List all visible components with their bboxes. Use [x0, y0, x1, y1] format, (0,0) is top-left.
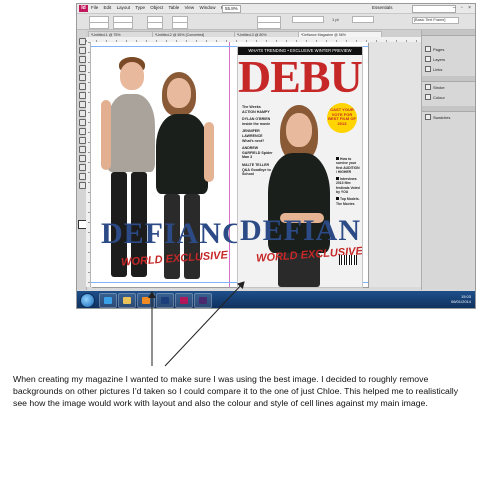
caption-text: When creating my magazine I wanted to ma…	[13, 374, 459, 408]
arrow-to-cover	[164, 281, 245, 367]
